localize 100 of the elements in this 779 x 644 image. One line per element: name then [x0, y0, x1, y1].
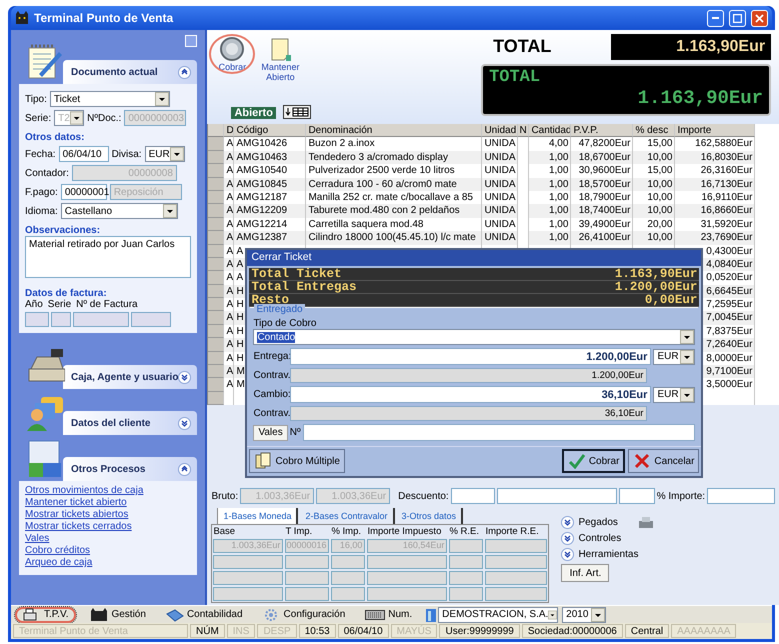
- amount-field[interactable]: 36,10Eur: [290, 386, 652, 403]
- table-cell: AMG12387: [234, 231, 306, 245]
- row-selector[interactable]: [208, 352, 224, 366]
- section-header[interactable]: Documento actual: [63, 60, 198, 84]
- column-header[interactable]: Código: [234, 124, 306, 138]
- row-selector[interactable]: [208, 137, 224, 151]
- row-selector[interactable]: [208, 392, 224, 406]
- payment-type-dropdown[interactable]: Contado: [253, 329, 696, 345]
- row-selector[interactable]: [208, 231, 224, 245]
- row-selector[interactable]: [208, 178, 224, 191]
- field-label: Divisa:: [112, 148, 142, 160]
- expand-icon[interactable]: [561, 532, 574, 545]
- date-field[interactable]: 06/04/10: [58, 146, 109, 162]
- minimize-icon: [712, 17, 719, 19]
- language-dropdown[interactable]: Castellano: [60, 203, 178, 219]
- row-selector[interactable]: [208, 150, 224, 164]
- row-selector[interactable]: [208, 284, 224, 298]
- minimize-button[interactable]: [707, 10, 724, 26]
- row-selector[interactable]: [208, 365, 224, 378]
- process-link[interactable]: Mantener ticket abierto: [25, 497, 192, 509]
- process-link[interactable]: Vales: [25, 533, 192, 545]
- taskbar-button[interactable]: Contabilidad: [160, 606, 249, 622]
- currency-dropdown[interactable]: EUR: [653, 386, 696, 402]
- row-selector[interactable]: [208, 271, 224, 285]
- column-header[interactable]: D: [224, 124, 234, 138]
- taskbar-button[interactable]: Gestión: [84, 606, 152, 622]
- column-header[interactable]: Denominación: [306, 124, 482, 138]
- collapse-icon[interactable]: [178, 462, 192, 476]
- row-selector[interactable]: [208, 324, 224, 338]
- company-dropdown[interactable]: DEMOSTRACION, S.A.: [438, 606, 558, 622]
- table-cell: [213, 571, 284, 585]
- type-dropdown[interactable]: Ticket: [50, 91, 170, 107]
- process-link[interactable]: Mostrar tickets cerrados: [25, 521, 192, 533]
- year-dropdown[interactable]: 2010: [562, 606, 606, 622]
- process-link[interactable]: Mostrar tickets abiertos: [25, 509, 192, 521]
- row-selector[interactable]: [208, 378, 224, 392]
- cancel-button[interactable]: Cancelar: [628, 449, 700, 473]
- column-header[interactable]: P.V.P.: [571, 124, 634, 138]
- total-value: 1.163,90Eur: [611, 34, 772, 60]
- amount-field[interactable]: [707, 488, 776, 504]
- field-label: Serie:: [25, 112, 52, 124]
- expander-label[interactable]: Pegados: [578, 517, 618, 528]
- row-selector[interactable]: [208, 311, 224, 325]
- vouchers-button[interactable]: Vales: [253, 424, 288, 440]
- currency-dropdown[interactable]: EUR: [144, 146, 185, 162]
- process-link[interactable]: Otros movimientos de caja: [25, 485, 192, 497]
- expand-icon[interactable]: [178, 370, 192, 384]
- row-selector[interactable]: [208, 190, 224, 204]
- expander-label[interactable]: Controles: [578, 533, 622, 544]
- column-header[interactable]: % desc: [633, 124, 676, 138]
- row-selector[interactable]: [208, 298, 224, 312]
- printer-icon[interactable]: [638, 516, 654, 528]
- table-cell: [449, 571, 484, 585]
- table-cell: 1.003,36Eur: [213, 539, 284, 553]
- close-button[interactable]: [751, 10, 768, 26]
- invoice-field[interactable]: [73, 312, 129, 327]
- invoice-field[interactable]: [131, 312, 171, 327]
- discount-field[interactable]: [450, 488, 495, 504]
- row-selector[interactable]: [208, 164, 224, 178]
- section-header[interactable]: Datos del cliente: [63, 411, 198, 435]
- expander-label[interactable]: Herramientas: [578, 549, 638, 560]
- item-info-button[interactable]: Inf. Art.: [561, 564, 610, 582]
- charge-button[interactable]: Cobrar: [562, 449, 626, 473]
- row-selector[interactable]: [208, 338, 224, 352]
- voucher-number-field[interactable]: [302, 424, 696, 441]
- currency-dropdown[interactable]: EUR: [653, 348, 696, 364]
- column-header: % Imp.: [331, 526, 362, 537]
- invoice-field[interactable]: [51, 312, 71, 327]
- row-selector[interactable]: [208, 258, 224, 272]
- maximize-button[interactable]: [729, 10, 746, 26]
- column-header[interactable]: Unidad: [482, 124, 518, 138]
- column-header[interactable]: Cantidad: [529, 124, 572, 138]
- amount-field[interactable]: 1.200,00Eur: [290, 348, 652, 365]
- invoice-field[interactable]: [25, 312, 49, 327]
- discount-field[interactable]: [496, 488, 617, 504]
- section-header[interactable]: Caja, Agente y usuario: [63, 365, 198, 389]
- row-selector[interactable]: [208, 204, 224, 218]
- group-label: Entregado: [254, 304, 305, 315]
- expand-icon[interactable]: [561, 516, 574, 529]
- row-selector[interactable]: [208, 218, 224, 232]
- tab[interactable]: 1-Bases Moneda: [217, 508, 298, 524]
- collapse-icon[interactable]: [178, 66, 192, 78]
- split-payment-button[interactable]: Cobro Múltiple: [249, 449, 345, 473]
- taskbar-button[interactable]: Num.: [359, 606, 418, 622]
- table-cell: UNIDA: [482, 231, 518, 245]
- taskbar-button[interactable]: Configuración: [256, 606, 352, 622]
- process-link[interactable]: Arqueo de caja: [25, 557, 192, 569]
- section-header[interactable]: Otros Procesos: [63, 457, 198, 481]
- expand-icon[interactable]: [178, 416, 192, 430]
- notes-field[interactable]: Material retirado por Juan Carlos: [25, 236, 192, 278]
- column-header[interactable]: N: [518, 124, 530, 138]
- discount-field[interactable]: [618, 488, 655, 504]
- pin-button[interactable]: [185, 35, 198, 47]
- import-grid-icon[interactable]: [283, 105, 312, 119]
- keep-open-button[interactable]: Mantener Abierto: [259, 36, 302, 82]
- process-link[interactable]: Cobro créditos: [25, 545, 192, 557]
- charge-button[interactable]: Cobrar: [211, 36, 254, 72]
- row-selector[interactable]: [208, 244, 224, 258]
- expand-icon[interactable]: [561, 548, 574, 561]
- column-header[interactable]: Importe: [675, 124, 756, 138]
